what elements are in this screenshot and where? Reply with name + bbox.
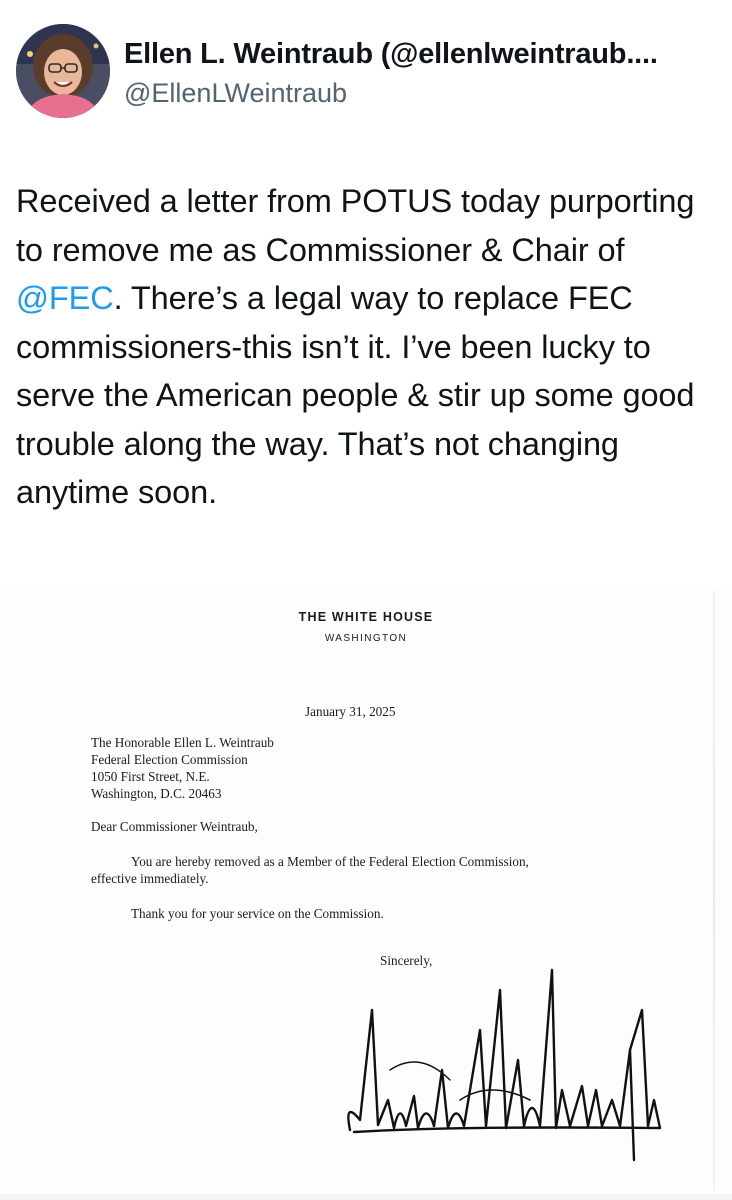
scan-edge bbox=[713, 590, 715, 1190]
letter-address: The Honorable Ellen L. Weintraub Federal… bbox=[91, 734, 274, 802]
address-line: The Honorable Ellen L. Weintraub bbox=[91, 735, 274, 750]
author-avatar[interactable] bbox=[16, 24, 110, 118]
letter-body-line: You are hereby removed as a Member of th… bbox=[131, 854, 529, 869]
letterhead-title: THE WHITE HOUSE bbox=[298, 610, 434, 624]
letter-body-line: effective immediately. bbox=[91, 871, 209, 886]
address-line: Federal Election Commission bbox=[91, 752, 248, 767]
letter-body-line: Thank you for your service on the Commis… bbox=[131, 906, 384, 921]
attached-letter-image[interactable]: THE WHITE HOUSE WASHINGTON January 31, 2… bbox=[0, 590, 732, 1200]
letterhead-subtitle: WASHINGTON bbox=[324, 633, 408, 644]
signature-image bbox=[347, 968, 662, 1162]
mention-link[interactable]: @FEC bbox=[16, 280, 114, 316]
tweet-text-part: . There’s a legal way to replace FEC com… bbox=[16, 280, 695, 510]
bottom-divider bbox=[0, 1194, 732, 1200]
letter-salutation: Dear Commissioner Weintraub, bbox=[91, 819, 258, 834]
address-line: Washington, D.C. 20463 bbox=[91, 786, 222, 801]
letter-date: January 31, 2025 bbox=[305, 704, 396, 719]
tweet-text-part: Received a letter from POTUS today purpo… bbox=[16, 183, 695, 268]
author-handle[interactable]: @EllenLWeintraub bbox=[124, 78, 347, 109]
tweet-text: Received a letter from POTUS today purpo… bbox=[16, 177, 728, 517]
author-display-name[interactable]: Ellen L. Weintraub (@ellenlweintraub.... bbox=[124, 38, 724, 71]
address-line: 1050 First Street, N.E. bbox=[91, 769, 210, 784]
